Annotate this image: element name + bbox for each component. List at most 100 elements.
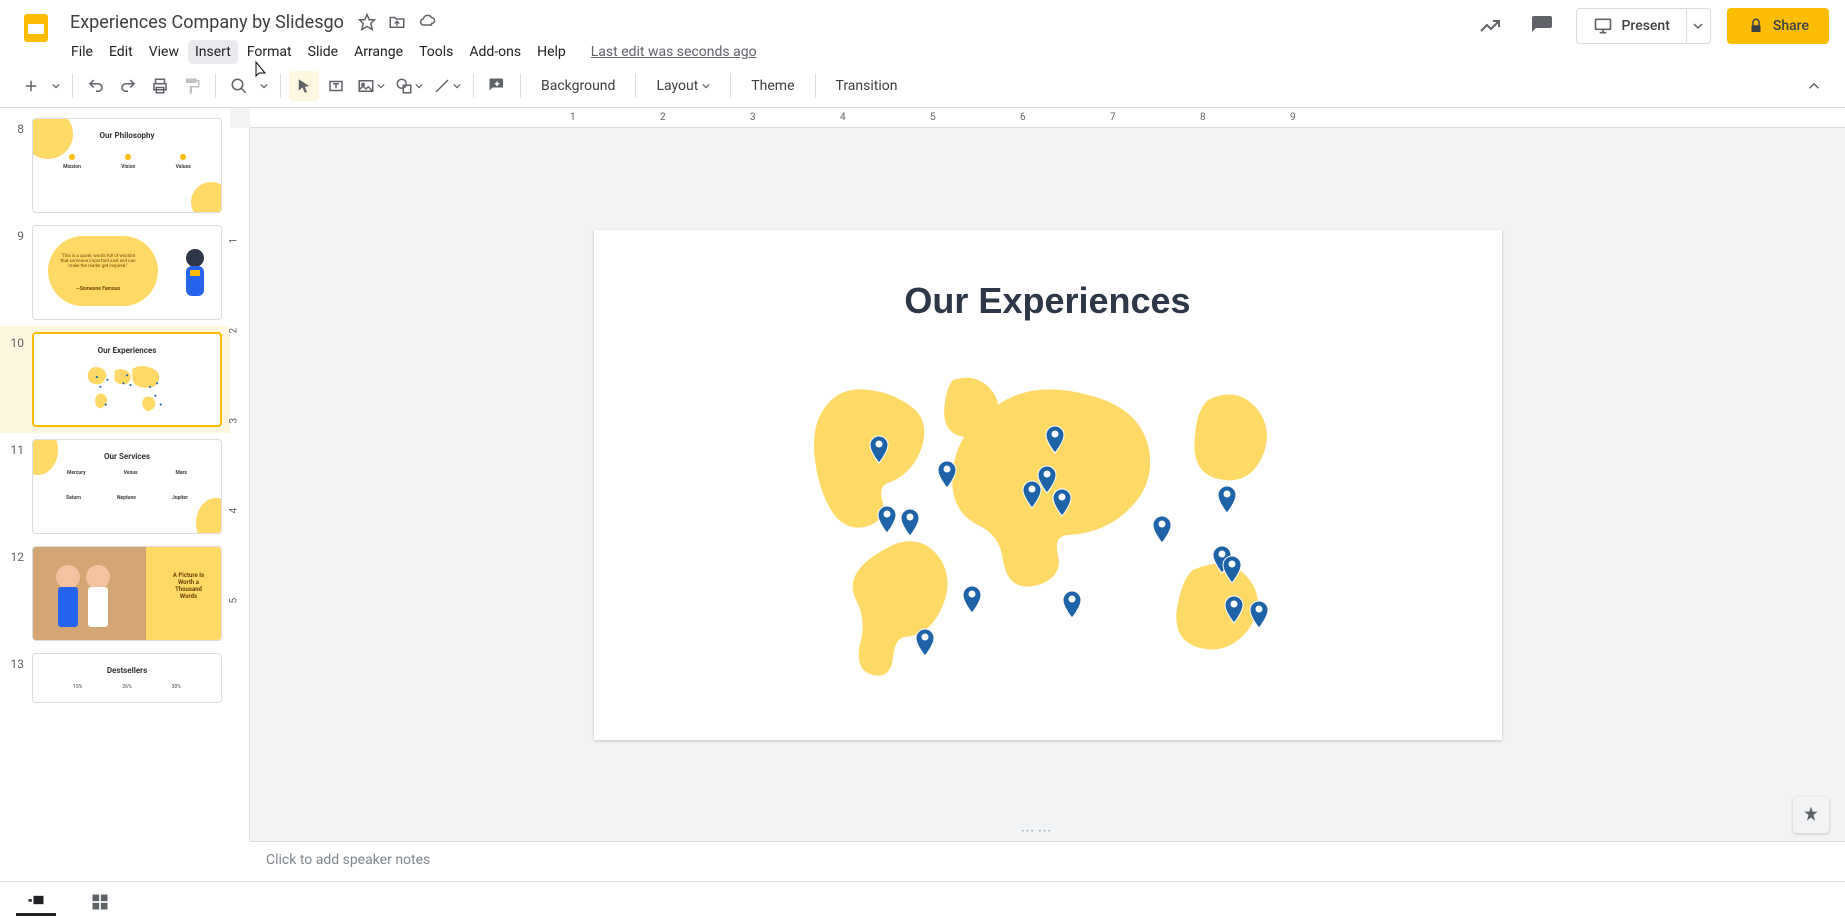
textbox-tool[interactable] — [321, 71, 351, 101]
separator — [280, 74, 281, 98]
menu-addons[interactable]: Add-ons — [462, 40, 528, 64]
select-tool[interactable] — [289, 71, 319, 101]
separator — [72, 74, 73, 98]
menu-insert[interactable]: Insert — [188, 40, 238, 64]
ruler-tick: 2 — [229, 328, 240, 334]
star-icon[interactable] — [358, 13, 376, 31]
chevron-down-icon — [1693, 21, 1703, 31]
thumb-title: Our Services — [33, 452, 221, 461]
thumb-cell: Mars — [176, 470, 187, 476]
separator — [520, 74, 521, 98]
menu-view[interactable]: View — [142, 40, 186, 64]
separator — [815, 74, 816, 98]
map-pin-icon — [1063, 591, 1081, 618]
ruler-tick: 9 — [1290, 112, 1296, 123]
ruler-tick: 2 — [660, 112, 666, 123]
separator — [215, 74, 216, 98]
menu-tools[interactable]: Tools — [412, 40, 460, 64]
layout-label: Layout — [656, 78, 698, 94]
grid-view-button[interactable] — [80, 888, 120, 916]
slide-title-text[interactable]: Our Experiences — [594, 280, 1502, 322]
world-map[interactable] — [798, 370, 1298, 680]
last-edit-link[interactable]: Last edit was seconds ago — [591, 44, 757, 60]
map-pin-icon — [963, 586, 981, 613]
header-right: Present Share — [1472, 8, 1829, 44]
ruler-tick: 5 — [930, 112, 936, 123]
ruler-tick: 1 — [229, 238, 240, 244]
menu-arrange[interactable]: Arrange — [347, 40, 410, 64]
filmstrip[interactable]: 8 Our Philosophy Mission Vision Values 9… — [0, 108, 230, 841]
thumb-title: Our Experiences — [34, 346, 220, 355]
image-tool[interactable] — [353, 71, 389, 101]
present-icon — [1593, 16, 1613, 36]
slides-app-icon[interactable] — [16, 8, 56, 48]
thumb-pct: 26% — [122, 684, 131, 690]
ruler-tick: 7 — [1110, 112, 1116, 123]
ruler-tick: 3 — [750, 112, 756, 123]
canvas-area: 1 2 3 4 5 6 7 8 9 1 2 3 4 5 Our Experien… — [230, 108, 1845, 841]
map-pin-icon — [1218, 486, 1236, 513]
collapse-toolbar-icon[interactable] — [1799, 71, 1829, 101]
zoom-dropdown[interactable] — [256, 71, 272, 101]
map-pin-icon — [901, 509, 919, 536]
filmstrip-view-button[interactable] — [16, 888, 56, 916]
present-button-group: Present — [1576, 8, 1710, 44]
toolbar: Background Layout Theme Transition — [0, 64, 1845, 108]
print-button[interactable] — [145, 71, 175, 101]
zoom-button[interactable] — [224, 71, 254, 101]
thumb-pct: 15% — [73, 684, 82, 690]
thumb-pct: 30% — [172, 684, 181, 690]
background-button[interactable]: Background — [529, 71, 627, 101]
thumb-title: Our Philosophy — [33, 131, 221, 140]
menu-edit[interactable]: Edit — [102, 40, 140, 64]
transition-button[interactable]: Transition — [824, 71, 910, 101]
explore-button[interactable] — [1793, 797, 1829, 833]
comment-button[interactable] — [482, 71, 512, 101]
menu-help[interactable]: Help — [530, 40, 573, 64]
menu-file[interactable]: File — [64, 40, 100, 64]
map-pin-icon — [878, 506, 896, 533]
slide-thumb-8[interactable]: 8 Our Philosophy Mission Vision Values — [0, 112, 230, 219]
cloud-status-icon[interactable] — [418, 13, 436, 31]
notes-drag-handle[interactable]: ⋯⋯ — [1021, 823, 1055, 839]
paint-format-button[interactable] — [177, 71, 207, 101]
slide-number: 9 — [4, 225, 32, 320]
theme-button[interactable]: Theme — [739, 71, 806, 101]
slide-number: 12 — [4, 546, 32, 641]
shape-tool[interactable] — [391, 71, 427, 101]
line-tool[interactable] — [429, 71, 465, 101]
new-slide-dropdown[interactable] — [48, 71, 64, 101]
menu-slide[interactable]: Slide — [301, 40, 345, 64]
title-row: Experiences Company by Slidesgo — [64, 8, 1472, 36]
activity-icon[interactable] — [1472, 8, 1508, 44]
separator — [730, 74, 731, 98]
comment-icon[interactable] — [1524, 8, 1560, 44]
speaker-notes[interactable]: Click to add speaker notes — [250, 841, 1845, 881]
thumb-col: Mission — [63, 164, 81, 170]
present-dropdown[interactable] — [1686, 9, 1710, 43]
new-slide-button[interactable] — [16, 71, 46, 101]
share-button[interactable]: Share — [1727, 8, 1829, 44]
move-icon[interactable] — [388, 13, 406, 31]
redo-button[interactable] — [113, 71, 143, 101]
menu-bar: File Edit View Insert Format Slide Arran… — [64, 38, 1472, 66]
slide-thumb-10[interactable]: 10 Our Experiences — [0, 326, 230, 433]
layout-button[interactable]: Layout — [644, 71, 722, 101]
menu-format[interactable]: Format — [240, 40, 299, 64]
slide-thumb-11[interactable]: 11 Our Services MercuryVenusMars SaturnN… — [0, 433, 230, 540]
doc-section: Experiences Company by Slidesgo File Edi… — [64, 8, 1472, 66]
slide-number: 8 — [4, 118, 32, 213]
bottom-bar — [0, 881, 1845, 921]
present-button[interactable]: Present — [1577, 9, 1685, 43]
present-label: Present — [1621, 18, 1669, 34]
doc-title[interactable]: Experiences Company by Slidesgo — [64, 10, 350, 35]
slide-thumb-9[interactable]: 9 "This is a quote, words full of wisdom… — [0, 219, 230, 326]
slide-thumb-13[interactable]: 13 Destsellers 15%26%30% — [0, 647, 230, 707]
thumb-cell: Jupiter — [172, 495, 188, 501]
thumb-cell: Neptune — [117, 495, 136, 501]
undo-button[interactable] — [81, 71, 111, 101]
slide-canvas[interactable]: Our Experiences — [594, 230, 1502, 740]
thumb-cell: Venus — [124, 470, 138, 476]
slide-thumb-12[interactable]: 12 A Picture Is Worth a Thousand Words — [0, 540, 230, 647]
slide-number: 11 — [4, 439, 32, 534]
